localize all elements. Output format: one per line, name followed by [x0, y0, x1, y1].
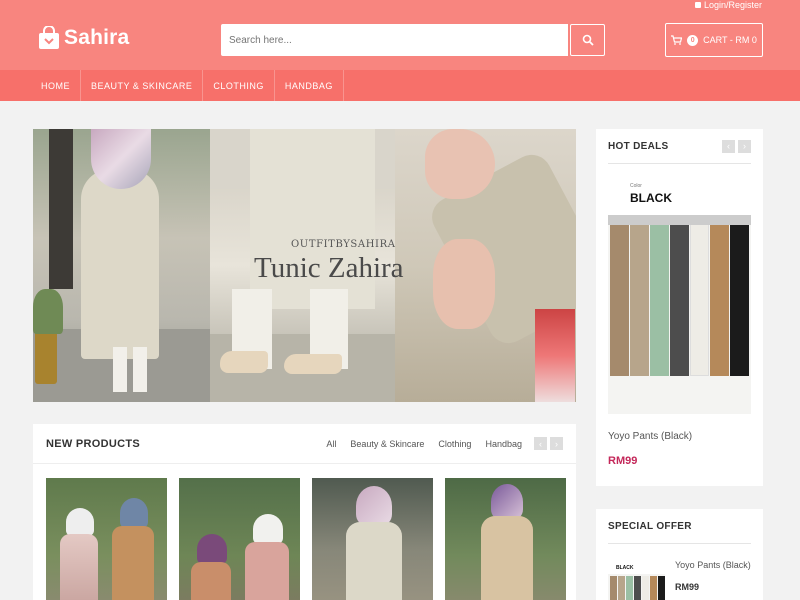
new-products-title: NEW PRODUCTS [46, 437, 141, 450]
tab-handbag[interactable]: Handbag [485, 439, 522, 449]
shopping-bag-logo-icon [39, 26, 59, 49]
hero-subtitle: OUTFITBYSAHIRA [291, 239, 396, 250]
search-button[interactable] [570, 24, 605, 56]
product-card[interactable] [445, 478, 566, 600]
nav-item-handbag[interactable]: HANDBAG [275, 70, 344, 101]
hero-caption: OUTFITBYSAHIRA Tunic Zahira [210, 239, 450, 285]
tab-beauty-skincare[interactable]: Beauty & Skincare [350, 439, 424, 449]
login-register-link[interactable]: Login/Register [694, 0, 762, 10]
product-card[interactable] [179, 478, 300, 600]
hot-deal-product-image[interactable]: Color BLACK [608, 181, 751, 414]
hero-banner[interactable]: OUTFITBYSAHIRA Tunic Zahira [33, 129, 576, 402]
image-caption-small: Color [630, 183, 642, 189]
main-nav: HOME BEAUTY & SKINCARE CLOTHING HANDBAG [0, 70, 800, 101]
hot-deal-product-name[interactable]: Yoyo Pants (Black) [608, 431, 692, 442]
special-offer-thumbnail[interactable]: BLACK [608, 564, 665, 600]
search-icon [582, 34, 594, 46]
new-products-section: NEW PRODUCTS All Beauty & Skincare Cloth… [33, 424, 576, 600]
new-products-tabs: All Beauty & Skincare Clothing Handbag [326, 439, 522, 449]
new-products-grid [46, 478, 566, 600]
hot-deal-price: RM99 [608, 455, 638, 467]
search-bar [221, 24, 605, 56]
special-offer-price: RM99 [675, 582, 700, 592]
chevron-right-icon: › [743, 141, 746, 151]
divider [608, 163, 751, 164]
cart-count-badge: 0 [687, 34, 699, 46]
thumb-caption: BLACK [616, 565, 634, 571]
chevron-left-icon: ‹ [727, 141, 730, 151]
cart-icon [671, 35, 683, 45]
new-products-next-button[interactable]: › [550, 437, 563, 450]
tab-all[interactable]: All [326, 439, 336, 449]
image-caption: BLACK [630, 191, 672, 205]
hot-deals-box: HOT DEALS ‹ › Color BLACK Yoyo Pants (Bl… [596, 129, 763, 486]
special-offer-box: SPECIAL OFFER BLACK Yoyo Pants (Black) R… [596, 509, 763, 600]
new-products-prev-button[interactable]: ‹ [534, 437, 547, 450]
lock-icon [694, 2, 701, 8]
special-offer-title: SPECIAL OFFER [608, 520, 692, 532]
hero-photo-left [33, 129, 210, 402]
hot-deals-title: HOT DEALS [608, 140, 669, 152]
nav-item-clothing[interactable]: CLOTHING [203, 70, 275, 101]
search-input[interactable] [221, 24, 568, 56]
hot-deals-next-button[interactable]: › [738, 139, 751, 153]
hot-deals-prev-button[interactable]: ‹ [722, 139, 735, 153]
cart-label: CART - RM 0 [703, 35, 757, 45]
chevron-left-icon: ‹ [539, 438, 542, 449]
nav-item-beauty-skincare[interactable]: BEAUTY & SKINCARE [81, 70, 204, 101]
product-card[interactable] [46, 478, 167, 600]
new-products-header: NEW PRODUCTS All Beauty & Skincare Cloth… [33, 424, 576, 464]
chevron-right-icon: › [555, 438, 558, 449]
logo-text: Sahira [64, 26, 130, 49]
product-card[interactable] [312, 478, 433, 600]
divider [608, 543, 751, 544]
site-logo[interactable]: Sahira [38, 26, 129, 50]
nav-item-home[interactable]: HOME [31, 70, 81, 101]
site-header: Login/Register Sahira 0 CART - RM 0 [0, 0, 800, 70]
special-offer-product-name[interactable]: Yoyo Pants (Black) [675, 560, 751, 570]
tab-clothing[interactable]: Clothing [438, 439, 471, 449]
hero-title: Tunic Zahira [254, 252, 404, 284]
cart-button[interactable]: 0 CART - RM 0 [665, 23, 763, 57]
login-register-label: Login/Register [703, 0, 762, 10]
